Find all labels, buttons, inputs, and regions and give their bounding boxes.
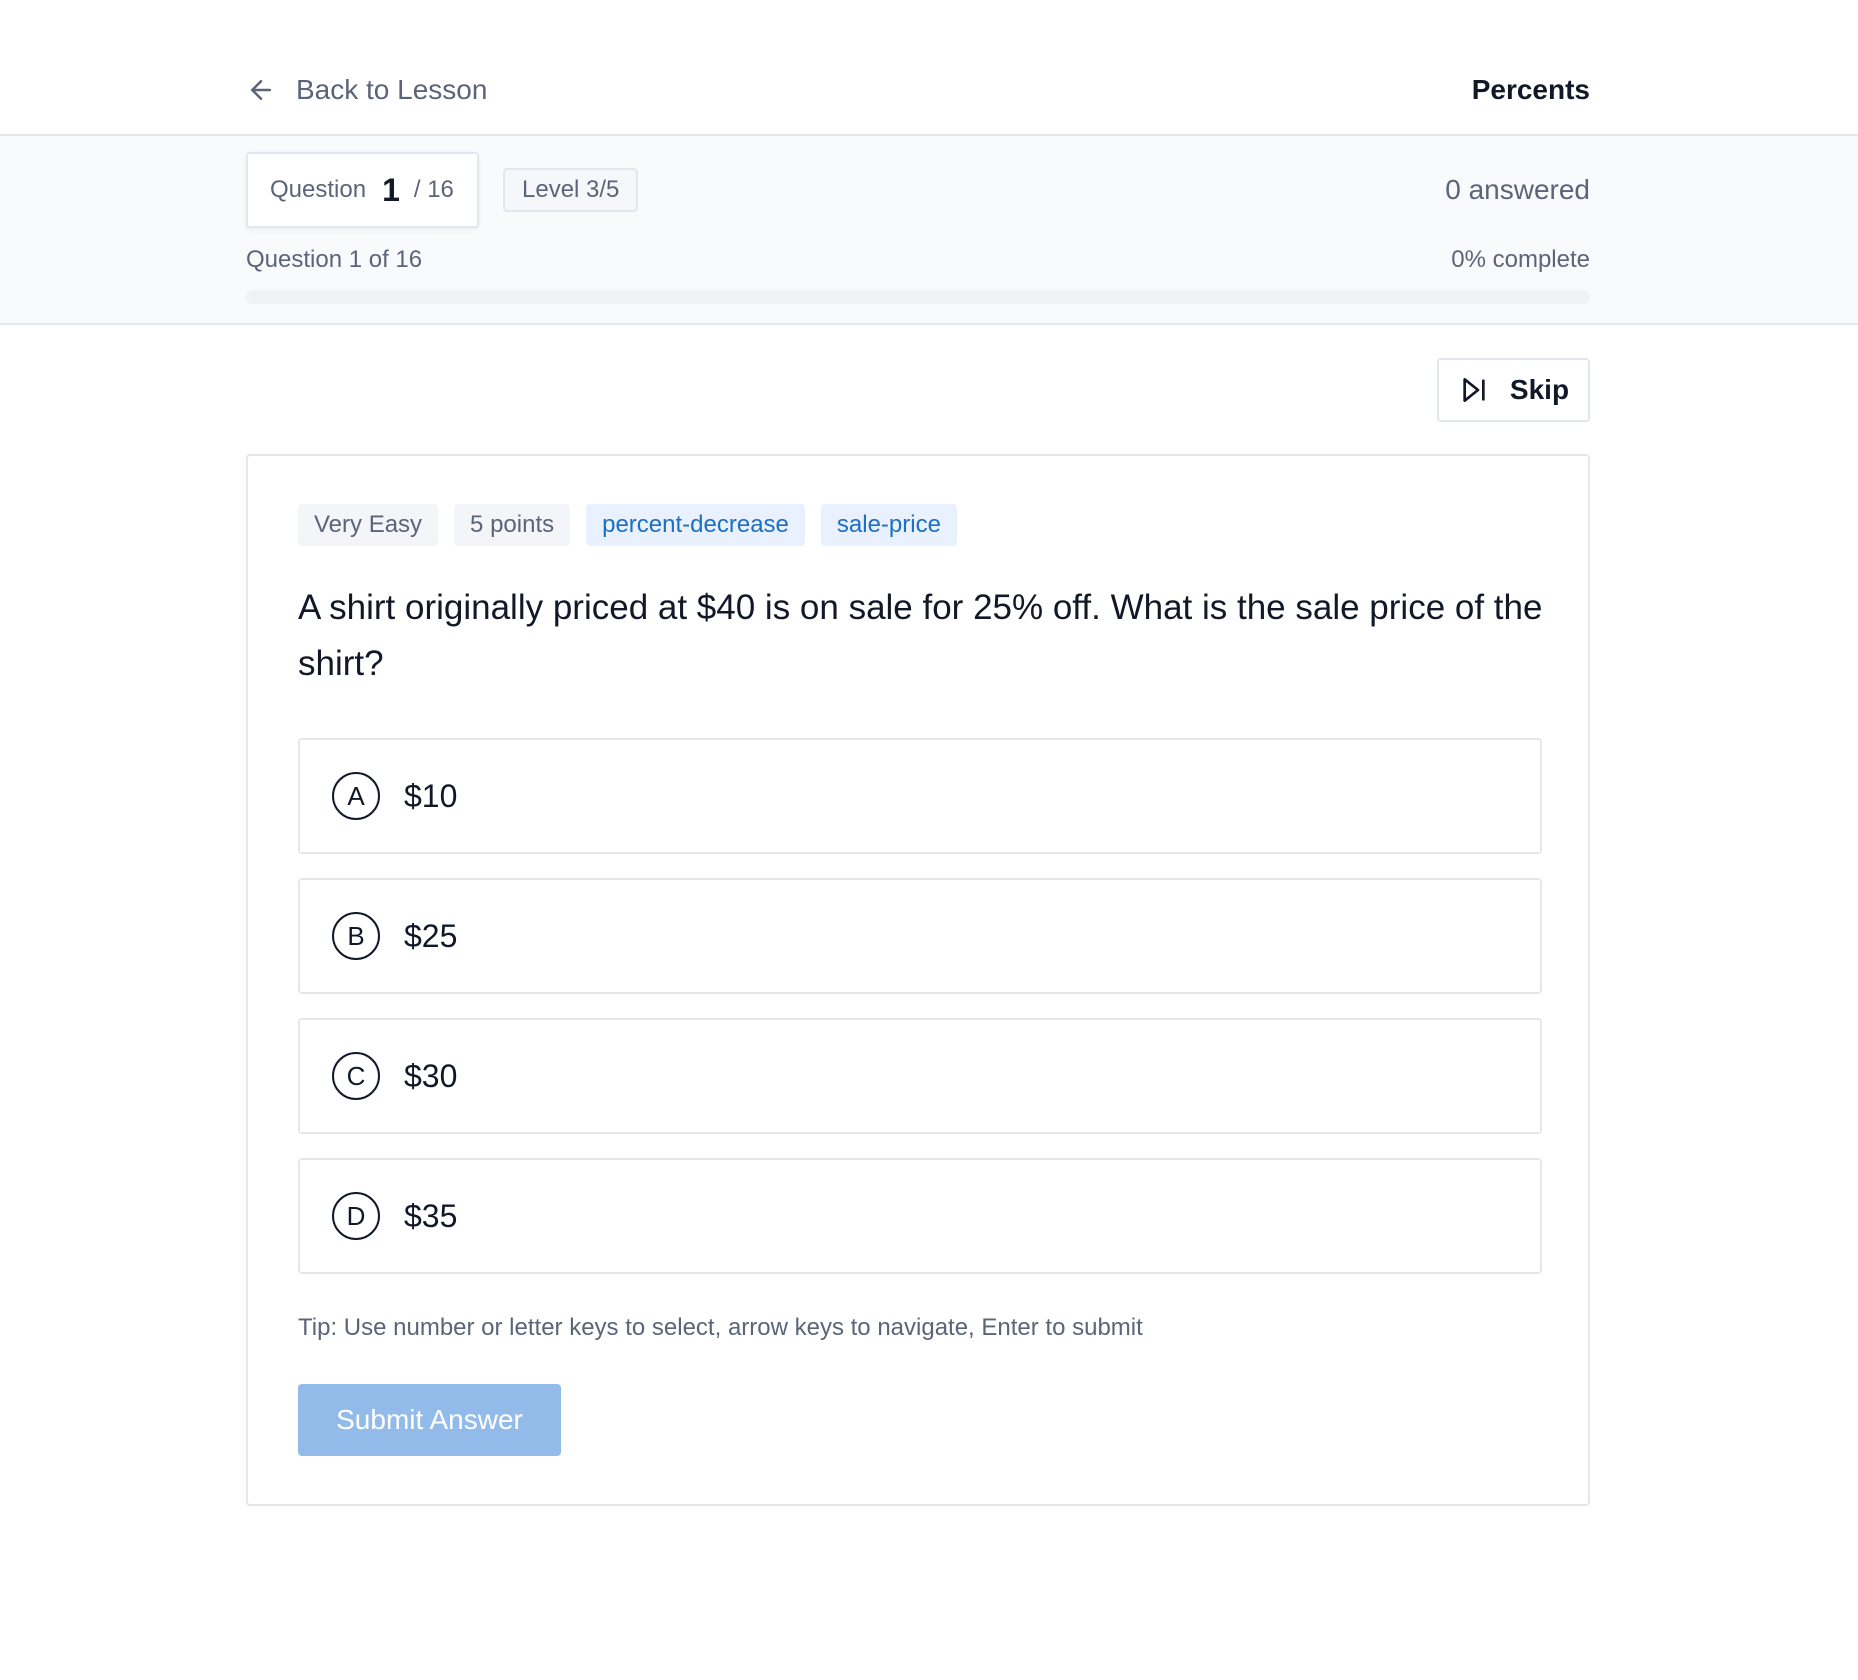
question-counter: Question 1 / 16: [246, 152, 479, 228]
question-counter-label: Question: [270, 176, 367, 203]
back-label: Back to Lesson: [296, 74, 488, 105]
lesson-title: Percents: [1471, 74, 1590, 105]
current-question-number: 1: [382, 171, 400, 208]
option-text: $35: [404, 1197, 458, 1234]
question-text: A shirt originally priced at $40 is on s…: [298, 588, 1543, 683]
option-a[interactable]: A $10: [298, 738, 1542, 854]
option-letter: D: [332, 1192, 380, 1240]
option-d[interactable]: D $35: [298, 1158, 1542, 1274]
question-card: Very Easy 5 points percent-decrease sale…: [246, 454, 1590, 1506]
option-letter: C: [332, 1052, 380, 1100]
progress-bar: [246, 290, 1590, 304]
question-tags: Very Easy 5 points percent-decrease sale…: [298, 504, 957, 546]
answered-count: 0 answered: [1445, 174, 1590, 205]
skip-forward-icon: [1463, 378, 1485, 402]
percent-complete-text: 0% complete: [1451, 246, 1590, 273]
progress-section: Question 1 / 16 Level 3/5 0 answered Que…: [0, 136, 1858, 325]
option-text: $10: [404, 777, 458, 814]
arrow-left-icon: [251, 80, 271, 100]
submit-answer-button[interactable]: Submit Answer: [298, 1384, 561, 1456]
keyboard-tip: Tip: Use number or letter keys to select…: [298, 1314, 1143, 1341]
option-b[interactable]: B $25: [298, 878, 1542, 994]
option-letter: B: [332, 912, 380, 960]
back-to-lesson-link[interactable]: Back to Lesson: [246, 70, 487, 110]
level-badge: Level 3/5: [503, 168, 639, 212]
topic-tag-percent-decrease: percent-decrease: [586, 504, 805, 546]
skip-label: Skip: [1509, 374, 1570, 405]
skip-button[interactable]: Skip: [1437, 358, 1590, 422]
option-text: $25: [404, 917, 458, 954]
question-of-text: Question 1 of 16: [246, 246, 423, 273]
option-c[interactable]: C $30: [298, 1018, 1542, 1134]
option-letter: A: [332, 772, 380, 820]
option-text: $30: [404, 1057, 458, 1094]
top-bar: Back to Lesson Percents: [0, 0, 1858, 136]
points-tag: 5 points: [454, 504, 571, 546]
topic-tag-sale-price: sale-price: [820, 504, 957, 546]
total-questions: / 16: [413, 176, 454, 203]
difficulty-tag: Very Easy: [298, 504, 439, 546]
